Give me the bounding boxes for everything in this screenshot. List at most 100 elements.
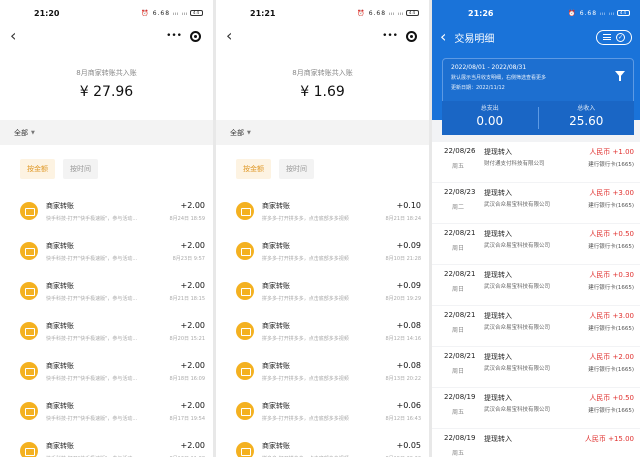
close-target-icon[interactable] <box>190 30 201 42</box>
item-title: 商家转账 <box>46 401 74 410</box>
wallet-coin-icon <box>20 322 38 340</box>
item-description: 快手科技-打开"快手极速版"，参与活动... <box>46 335 138 342</box>
list-item[interactable]: 商家转账 +2.00 快手科技-打开"快手极速版"，参与活动... 8月23日 9:5… <box>0 231 213 271</box>
summary-amount: ¥ 1.69 <box>300 84 345 100</box>
back-arrow-icon[interactable]: ‹ <box>440 29 446 45</box>
tx-weekday: 周五 <box>452 409 465 416</box>
sort-by-amount-tab[interactable]: 按金额 <box>20 159 55 179</box>
list-item[interactable]: 商家转账+2.00快手科技-打开"快手极速版"，参与活动...8月16日 11:… <box>0 431 213 457</box>
item-description: 拼多多-打开拼多多，点击底部多多视频 <box>262 215 349 222</box>
list-item[interactable]: 商家转账 +0.08 拼多多-打开拼多多，点击底部多多视频 8月12日 14:16 <box>216 311 429 351</box>
list-item-row: 商家转账 +0.09 <box>262 241 421 251</box>
tx-info-col: 提现转入 财付通支付科技有限公司 <box>484 147 588 182</box>
back-arrow-icon[interactable]: ‹ <box>226 28 232 44</box>
item-amount: +2.00 <box>180 280 205 290</box>
item-title: 商家转账 <box>262 401 290 410</box>
mini-program-capsule: ✓ <box>596 29 632 45</box>
menu-icon[interactable] <box>603 34 611 40</box>
list-item-row: 商家转账 +2.00 <box>46 281 205 291</box>
total-income-label: 总收入 <box>577 105 596 112</box>
filter-funnel-icon[interactable] <box>615 71 625 81</box>
item-title: 商家转账 <box>46 361 74 370</box>
list-item-body: 商家转账 +0.09 拼多多-打开拼多多，点击底部多多视频 8月20日 19:29 <box>262 281 421 302</box>
table-row[interactable]: 22/08/19 周五 提现转入 人民币 +15.00 <box>432 429 640 457</box>
table-row[interactable]: 22/08/21 周日 提现转入 武汉合众易宝科技有限公司 人民币 +0.30 建行银行卡… <box>432 265 640 305</box>
item-amount: +2.00 <box>180 240 205 250</box>
item-time: 8月10日 21:28 <box>385 255 421 262</box>
tx-company: 武汉合众易宝科技有限公司 <box>484 243 551 249</box>
back-arrow-icon[interactable]: ‹ <box>10 28 16 44</box>
list-item[interactable]: 商家转账 +2.00 快手科技-打开"快手极速版"，参与活动... 8月21日 18:… <box>0 271 213 311</box>
tx-amount: 人民币 +0.50 <box>589 230 634 238</box>
list-item[interactable]: 商家转账 +0.10 拼多多-打开拼多多，点击底部多多视频 8月21日 18:24 <box>216 191 429 231</box>
page-title: 交易明细 <box>454 33 495 45</box>
wallet-coin-icon <box>236 202 254 220</box>
item-amount: +0.08 <box>396 360 421 370</box>
filter-dropdown[interactable]: 全部 ▼ <box>216 120 429 145</box>
transfer-list: 商家转账 +2.00 快手科技-打开"快手极速版"，参与活动... 8月24日 18:… <box>0 191 213 457</box>
tx-weekday: 周日 <box>452 368 465 375</box>
filter-dropdown[interactable]: 全部 ▼ <box>0 120 213 145</box>
list-item-body: 商家转账 +0.09 拼多多-打开拼多多，点击底部多多视频 8月10日 21:28 <box>262 241 421 262</box>
tx-amount: 人民币 +0.30 <box>589 271 634 279</box>
item-amount: +2.00 <box>180 440 205 450</box>
tx-date-col: 22/08/19 周五 <box>444 434 484 457</box>
tx-info-col: 提现转入 <box>484 434 585 457</box>
wallet-coin-icon <box>20 242 38 260</box>
range-note: 默认展示当月收支明细，右侧筛选查看更多 <box>451 75 547 81</box>
merchant-transfer-panel-1: 21:20 ⏰ 6.68 ᵢₗₗ ᵢₗₗ 44 ‹ ••• 8月商家转账共入账 ¥… <box>0 0 213 457</box>
list-item[interactable]: 商家转账 +0.08 拼多多-打开拼多多，点击底部多多视频 8月13日 20:22 <box>216 351 429 391</box>
total-income: 总收入 25.60 <box>539 101 635 135</box>
list-item-row: 商家转账 +2.00 <box>46 201 205 211</box>
list-item-row: 商家转账 +2.00 <box>46 241 205 251</box>
list-item[interactable]: 商家转账 +0.06 拼多多-打开拼多多，点击底部多多视频 8月12日 16:43 <box>216 391 429 431</box>
signal-icons: ⏰ 6.68 ᵢₗₗ ᵢₗₗ <box>568 9 615 17</box>
tx-type: 提现转入 <box>484 189 512 197</box>
tx-date-col: 22/08/21 周日 <box>444 270 484 305</box>
list-item-row: 商家转账 +2.00 <box>46 361 205 371</box>
list-item-row: 商家转账 +0.05 <box>262 441 421 451</box>
status-time: 21:21 <box>250 8 276 18</box>
tx-date-col: 22/08/21 周日 <box>444 311 484 346</box>
item-title: 商家转账 <box>262 441 290 450</box>
check-circle-icon[interactable]: ✓ <box>616 32 625 42</box>
more-dots-icon[interactable]: ••• <box>166 31 182 41</box>
table-row[interactable]: 22/08/23 周二 提现转入 武汉合众易宝科技有限公司 人民币 +3.00 建行银行卡… <box>432 183 640 223</box>
total-expense-value: 0.00 <box>476 114 504 128</box>
table-row[interactable]: 22/08/21 周日 提现转入 武汉合众易宝科技有限公司 人民币 +0.50 建行银行卡… <box>432 224 640 264</box>
more-dots-icon[interactable]: ••• <box>382 31 398 41</box>
tx-type: 提现转入 <box>484 394 512 402</box>
tx-info-col: 提现转入 武汉合众易宝科技有限公司 <box>484 229 588 264</box>
list-item[interactable]: 商家转账 +2.00 快手科技-打开"快手极速版"，参与活动... 8月24日 18:… <box>0 191 213 231</box>
list-item-row: 商家转账 +2.00 <box>46 321 205 331</box>
list-item-body: 商家转账 +2.00 快手科技-打开"快手极速版"，参与活动... 8月20日 15:… <box>46 321 205 342</box>
sort-by-time-tab[interactable]: 按时间 <box>279 159 314 179</box>
list-item[interactable]: 商家转账+0.05拼多多-打开拼多多，点击底部多多视频8月15日 20:22 <box>216 431 429 457</box>
list-item[interactable]: 商家转账 +2.00 快手科技-打开"快手极速版"，参与活动... 8月17日 19:… <box>0 391 213 431</box>
tx-company: 武汉合众易宝科技有限公司 <box>484 366 551 372</box>
sort-by-amount-tab[interactable]: 按金额 <box>236 159 271 179</box>
list-item-sub: 拼多多-打开拼多多，点击底部多多视频 8月13日 20:22 <box>262 375 421 382</box>
tx-company: 武汉合众易宝科技有限公司 <box>484 284 551 290</box>
list-item[interactable]: 商家转账 +0.09 拼多多-打开拼多多，点击底部多多视频 8月10日 21:28 <box>216 231 429 271</box>
close-target-icon[interactable] <box>406 30 417 42</box>
table-row[interactable]: 22/08/21 周日 提现转入 武汉合众易宝科技有限公司 人民币 +2.00 建行银行卡… <box>432 347 640 387</box>
status-bar: 21:20 ⏰ 6.68 ᵢₗₗ ᵢₗₗ 44 <box>0 0 213 26</box>
list-item[interactable]: 商家转账 +2.00 快手科技-打开"快手极速版"，参与活动... 8月20日 15:… <box>0 311 213 351</box>
tx-bank: 建行银行卡(1665) <box>588 285 634 291</box>
list-item[interactable]: 商家转账 +0.09 拼多多-打开拼多多，点击底部多多视频 8月20日 19:29 <box>216 271 429 311</box>
table-row[interactable]: 22/08/19 周五 提现转入 武汉合众易宝科技有限公司 人民币 +0.50 建行银行卡… <box>432 388 640 428</box>
tx-weekday: 周日 <box>452 286 465 293</box>
tx-bank: 建行银行卡(1665) <box>588 326 634 332</box>
wallet-coin-icon <box>236 242 254 260</box>
list-item-sub: 拼多多-打开拼多多，点击底部多多视频 8月12日 14:16 <box>262 335 421 342</box>
table-row[interactable]: 22/08/26 周五 提现转入 财付通支付科技有限公司 人民币 +1.00 建行银行卡(… <box>432 142 640 182</box>
tx-date-col: 22/08/21 周日 <box>444 352 484 387</box>
item-time: 8月17日 19:54 <box>169 415 205 422</box>
list-item[interactable]: 商家转账 +2.00 快手科技-打开"快手极速版"，参与活动... 8月18日 16:… <box>0 351 213 391</box>
table-row[interactable]: 22/08/21 周日 提现转入 武汉合众易宝科技有限公司 人民币 +3.00 建行银行卡… <box>432 306 640 346</box>
sort-by-time-tab[interactable]: 按时间 <box>63 159 98 179</box>
item-time: 8月23日 9:57 <box>172 255 205 262</box>
item-amount: +0.05 <box>396 440 421 450</box>
tx-info-col: 提现转入 武汉合众易宝科技有限公司 <box>484 352 588 387</box>
